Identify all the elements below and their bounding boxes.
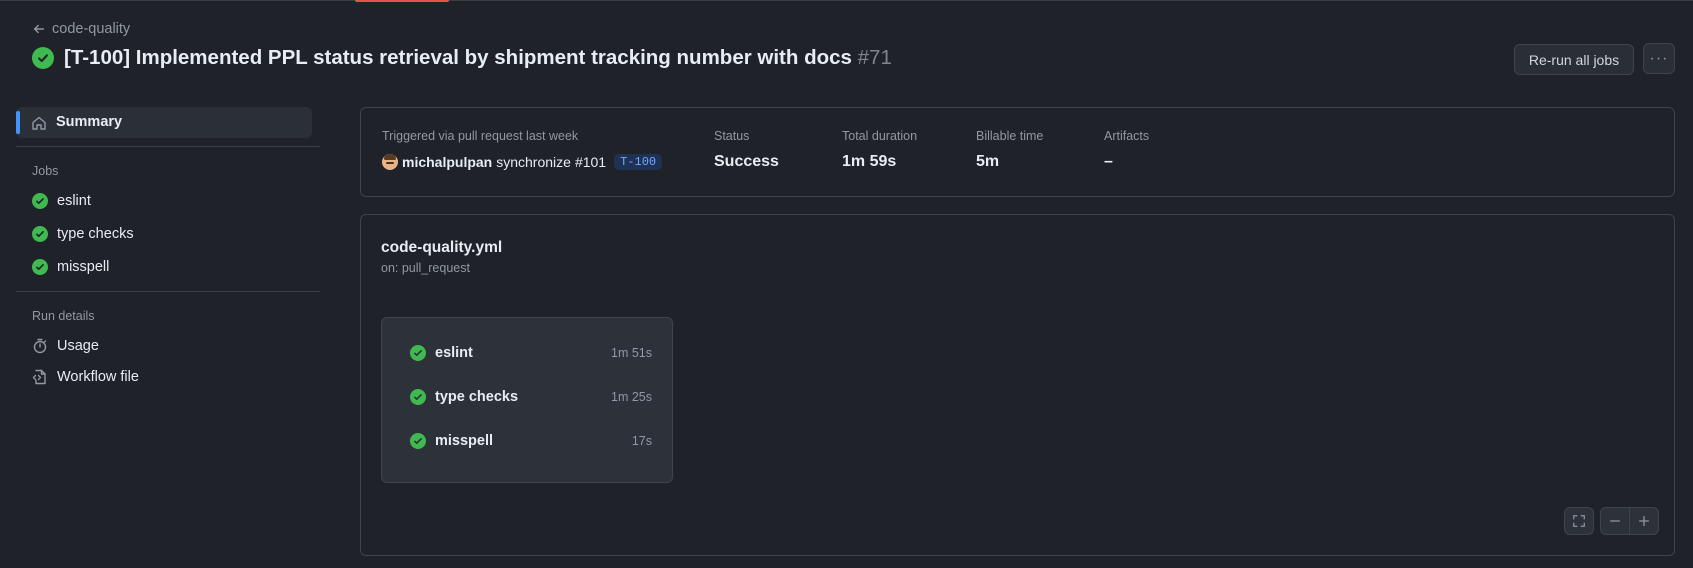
artifacts-value: –	[1104, 153, 1113, 170]
jobs-group: eslint 1m 51s type checks 1m 25s misspel…	[381, 317, 673, 483]
trigger-label: Triggered via pull request last week	[382, 129, 579, 143]
run-details-heading: Run details	[32, 309, 95, 323]
sidebar-item-label: Usage	[57, 338, 99, 354]
stopwatch-icon	[33, 338, 47, 354]
pull-request-link[interactable]: #101	[575, 154, 606, 170]
check-circle-icon	[410, 345, 426, 361]
job-duration: 1m 51s	[611, 346, 652, 360]
trigger-user[interactable]: michalpulpan	[402, 154, 492, 170]
check-circle-icon	[32, 47, 54, 69]
jobs-heading: Jobs	[32, 164, 59, 178]
zoom-out-button[interactable]	[1600, 507, 1630, 535]
duration-label: Total duration	[842, 129, 918, 143]
check-circle-icon	[410, 389, 426, 405]
workflow-file-name[interactable]: code-quality.yml	[381, 239, 502, 257]
job-node-type-checks[interactable]: type checks 1m 25s	[410, 389, 652, 405]
sidebar-item-label: Workflow file	[57, 369, 139, 385]
zoom-in-button[interactable]	[1629, 507, 1659, 535]
job-name: misspell	[435, 433, 494, 449]
sidebar-divider	[16, 146, 320, 147]
active-indicator	[16, 111, 20, 134]
sidebar-item-label: type checks	[57, 226, 134, 242]
check-circle-icon	[32, 226, 48, 242]
sidebar-item-label: eslint	[57, 193, 91, 209]
job-node-misspell[interactable]: misspell 17s	[410, 433, 652, 449]
active-tab-indicator	[355, 0, 449, 2]
home-icon	[32, 116, 46, 130]
top-border	[0, 0, 1693, 1]
check-circle-icon	[32, 259, 48, 275]
job-node-eslint[interactable]: eslint 1m 51s	[410, 345, 652, 361]
run-summary-card: Triggered via pull request last week mic…	[360, 107, 1675, 197]
back-link[interactable]: code-quality	[32, 21, 130, 37]
fullscreen-icon	[1573, 515, 1585, 527]
sidebar-item-label: misspell	[57, 259, 110, 275]
back-link-label[interactable]: code-quality	[52, 21, 130, 37]
artifacts-label: Artifacts	[1104, 129, 1150, 143]
arrow-left-icon	[33, 24, 45, 34]
file-code-icon	[32, 369, 46, 385]
job-name: type checks	[435, 389, 519, 405]
sidebar-item-usage[interactable]: Usage	[32, 338, 99, 354]
sidebar-divider	[16, 291, 320, 292]
rerun-all-jobs-button[interactable]: Re-run all jobs	[1514, 44, 1634, 75]
duration-value: 1m 59s	[842, 153, 897, 170]
trigger-details: michalpulpan synchronize #101 T-100	[382, 154, 663, 170]
page-title-row: [T-100] Implemented PPL status retrieval…	[32, 46, 892, 70]
status-value: Success	[714, 153, 779, 170]
page-title: [T-100] Implemented PPL status retrieval…	[64, 46, 892, 70]
sidebar-item-type-checks[interactable]: type checks	[32, 226, 134, 242]
job-duration: 1m 25s	[611, 390, 652, 404]
trigger-action: synchronize	[496, 154, 571, 170]
fullscreen-button[interactable]	[1564, 507, 1594, 535]
avatar[interactable]	[382, 154, 398, 170]
sidebar-item-eslint[interactable]: eslint	[32, 193, 91, 209]
more-options-button[interactable]: ···	[1643, 43, 1675, 74]
branch-tag[interactable]: T-100	[614, 154, 663, 170]
workflow-graph-card: code-quality.yml on: pull_request eslint…	[360, 214, 1675, 556]
sidebar-item-summary[interactable]: Summary	[16, 107, 312, 138]
job-name: eslint	[435, 345, 473, 361]
sidebar-item-label: Summary	[56, 114, 123, 130]
run-number: #71	[857, 46, 892, 69]
job-duration: 17s	[631, 434, 652, 448]
run-title: [T-100] Implemented PPL status retrieval…	[64, 46, 852, 69]
sidebar-item-workflow-file[interactable]: Workflow file	[32, 369, 139, 385]
minus-icon	[1609, 520, 1621, 522]
check-circle-icon	[410, 433, 426, 449]
billable-value: 5m	[976, 153, 1000, 170]
billable-label: Billable time	[976, 129, 1044, 143]
workflow-trigger: on: pull_request	[381, 261, 470, 275]
status-label: Status	[714, 129, 750, 143]
plus-icon	[1638, 515, 1650, 527]
check-circle-icon	[32, 193, 48, 209]
sidebar-item-misspell[interactable]: misspell	[32, 259, 109, 275]
